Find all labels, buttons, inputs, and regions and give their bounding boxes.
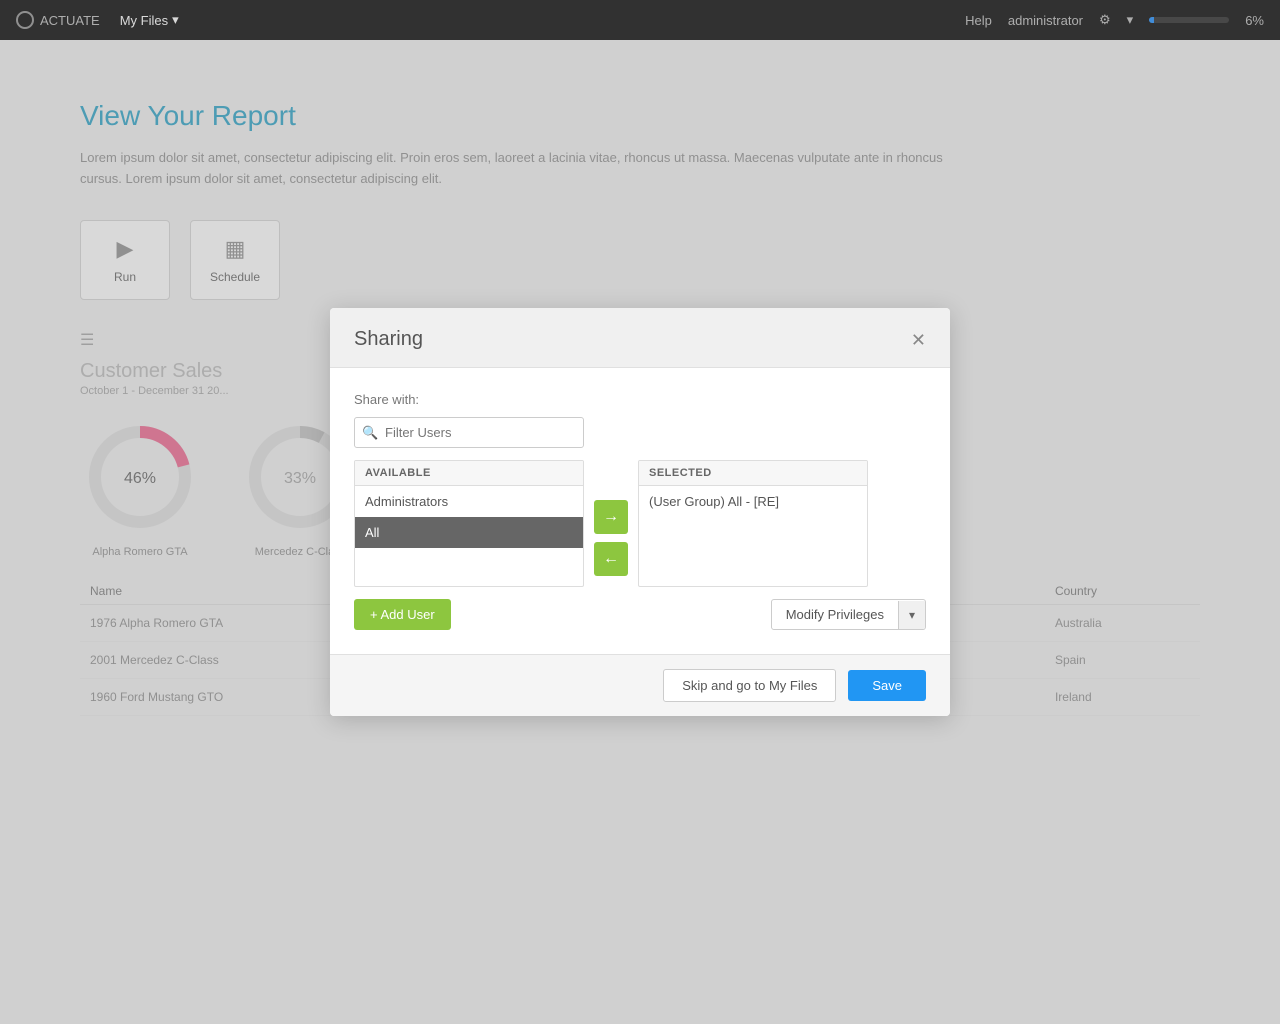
available-item-all[interactable]: All <box>355 517 583 548</box>
available-list: AVAILABLE Administrators All <box>354 460 584 587</box>
modify-privileges-dropdown[interactable]: Modify Privileges ▾ <box>771 599 926 630</box>
add-user-button[interactable]: + Add User <box>354 599 451 630</box>
privileges-chevron-icon: ▾ <box>898 601 925 629</box>
modal-footer: Skip and go to My Files Save <box>330 654 950 716</box>
skip-button[interactable]: Skip and go to My Files <box>663 669 836 702</box>
modal-body: Share with: 🔍 AVAILABLE Administrators A… <box>330 368 950 654</box>
modal-overlay: Sharing ✕ Share with: 🔍 AVAILABLE Admini… <box>0 0 1280 1024</box>
available-item-administrators[interactable]: Administrators <box>355 486 583 517</box>
modal-close-button[interactable]: ✕ <box>911 331 926 349</box>
available-items: Administrators All <box>355 486 583 586</box>
search-icon: 🔍 <box>362 425 378 441</box>
save-button[interactable]: Save <box>848 670 926 701</box>
modal-title: Sharing <box>354 328 423 351</box>
sharing-modal: Sharing ✕ Share with: 🔍 AVAILABLE Admini… <box>330 308 950 716</box>
available-header: AVAILABLE <box>355 461 583 486</box>
modify-privileges-label: Modify Privileges <box>772 600 898 629</box>
selected-item-usergroup[interactable]: (User Group) All - [RE] <box>639 486 867 517</box>
lists-row: AVAILABLE Administrators All → ← SELECTE… <box>354 460 926 587</box>
arrows-column: → ← <box>584 500 638 576</box>
modal-header: Sharing ✕ <box>330 308 950 368</box>
share-with-label: Share with: <box>354 392 926 407</box>
move-left-button[interactable]: ← <box>594 542 628 576</box>
selected-header: SELECTED <box>639 461 867 486</box>
selected-list: SELECTED (User Group) All - [RE] <box>638 460 868 587</box>
selected-items: (User Group) All - [RE] <box>639 486 867 586</box>
filter-users-input[interactable] <box>354 417 584 448</box>
move-right-button[interactable]: → <box>594 500 628 534</box>
filter-input-wrapper: 🔍 <box>354 417 926 448</box>
